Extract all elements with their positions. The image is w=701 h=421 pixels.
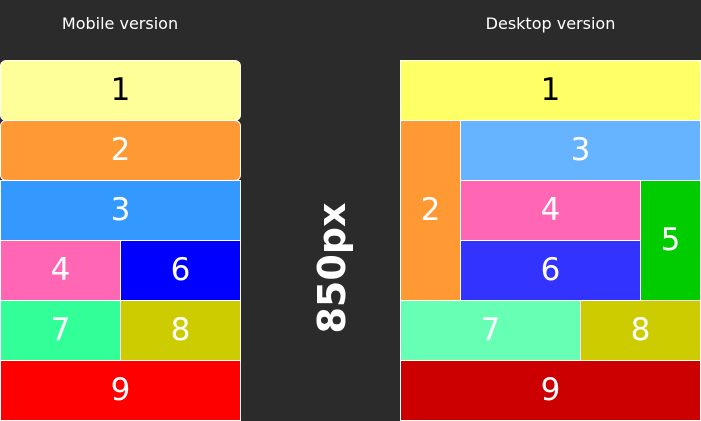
desktop-cell-4: 4 [460,180,641,241]
desktop-version-title: Desktop version [485,14,616,33]
mobile-cell-1: 1 [0,60,241,121]
breakpoint-label: 850px [310,202,354,334]
desktop-cell-1: 1 [400,60,701,121]
mobile-cell-8: 8 [120,300,241,361]
desktop-cell-5: 5 [640,180,701,301]
desktop-cell-7: 7 [400,300,581,361]
mobile-cell-7: 7 [0,300,121,361]
mobile-cell-9: 9 [0,360,241,421]
mobile-cell-2: 2 [0,120,241,181]
desktop-cell-6: 6 [460,240,641,301]
desktop-cell-3: 3 [460,120,701,181]
mobile-cell-3: 3 [0,180,241,241]
desktop-cell-8: 8 [580,300,701,361]
mobile-version-title: Mobile version [61,14,179,33]
mobile-cell-6: 6 [120,240,241,301]
desktop-cell-9: 9 [400,360,701,421]
mobile-cell-4: 4 [0,240,121,301]
desktop-cell-2: 2 [400,120,461,301]
